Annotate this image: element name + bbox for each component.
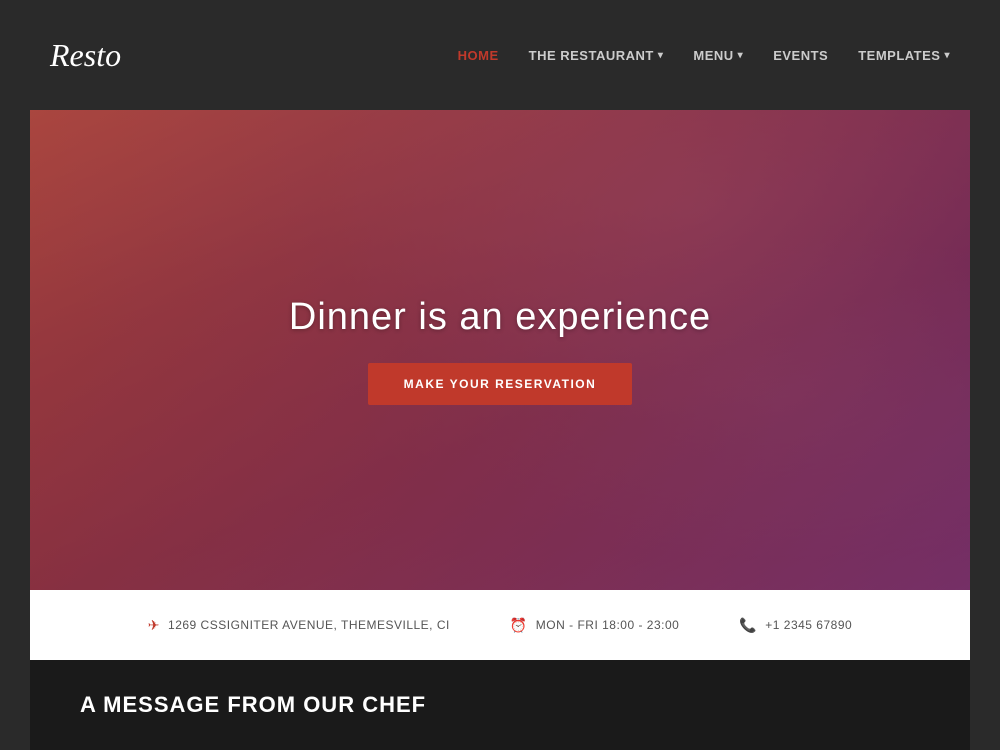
info-bar: ✈ 1269 CSSIGNITER AVENUE, THEMESVILLE, C… bbox=[30, 590, 970, 660]
nav-label-restaurant: THE RESTAURANT bbox=[529, 48, 654, 63]
hero-section: Dinner is an experience MAKE YOUR RESERV… bbox=[30, 110, 970, 590]
chevron-down-icon: ▾ bbox=[944, 50, 950, 61]
reservation-button[interactable]: MAKE YOUR RESERVATION bbox=[368, 363, 633, 405]
phone-info: 📞 +1 2345 67890 bbox=[739, 617, 852, 634]
nav-label-templates: TEMPLATES bbox=[858, 48, 940, 63]
chef-message-title: A MESSAGE FROM OUR CHEF bbox=[80, 692, 426, 718]
nav-item-home[interactable]: HOME bbox=[458, 48, 499, 63]
hours-info: ⏰ MON - FRI 18:00 - 23:00 bbox=[510, 617, 679, 634]
nav-item-templates[interactable]: TEMPLATES ▾ bbox=[858, 48, 950, 63]
site-header: Resto HOME THE RESTAURANT ▾ MENU ▾ EVENT… bbox=[0, 0, 1000, 110]
hours-text: MON - FRI 18:00 - 23:00 bbox=[536, 618, 680, 632]
address-text: 1269 CSSIGNITER AVENUE, THEMESVILLE, CI bbox=[168, 618, 450, 632]
nav-label-home: HOME bbox=[458, 48, 499, 63]
site-logo[interactable]: Resto bbox=[50, 37, 121, 74]
location-icon: ✈ bbox=[148, 617, 160, 634]
address-info: ✈ 1269 CSSIGNITER AVENUE, THEMESVILLE, C… bbox=[148, 617, 450, 634]
main-nav: HOME THE RESTAURANT ▾ MENU ▾ EVENTS TEMP… bbox=[458, 48, 950, 63]
chevron-down-icon: ▾ bbox=[738, 50, 744, 61]
clock-icon: ⏰ bbox=[510, 617, 528, 634]
nav-label-menu: MENU bbox=[693, 48, 733, 63]
hero-title: Dinner is an experience bbox=[289, 296, 711, 339]
phone-icon: 📞 bbox=[739, 617, 757, 634]
bottom-section: A MESSAGE FROM OUR CHEF bbox=[30, 660, 970, 750]
chevron-down-icon: ▾ bbox=[658, 50, 664, 61]
nav-label-events: EVENTS bbox=[773, 48, 828, 63]
phone-text: +1 2345 67890 bbox=[765, 618, 852, 632]
nav-item-events[interactable]: EVENTS bbox=[773, 48, 828, 63]
nav-item-menu[interactable]: MENU ▾ bbox=[693, 48, 743, 63]
nav-item-restaurant[interactable]: THE RESTAURANT ▾ bbox=[529, 48, 664, 63]
hero-content: Dinner is an experience MAKE YOUR RESERV… bbox=[30, 110, 970, 590]
